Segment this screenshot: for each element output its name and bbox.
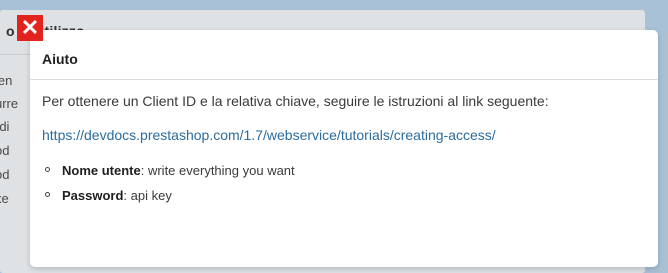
help-modal: Aiuto Per ottenere un Client ID e la rel…	[30, 30, 658, 267]
close-button[interactable]: ✕	[17, 15, 43, 41]
field-label: Nome utente	[62, 163, 141, 178]
list-item: Nome utente: write everything you want	[42, 158, 640, 183]
background-row: ien	[0, 73, 13, 88]
background-row: urre	[0, 96, 19, 111]
background-row: rdi	[0, 119, 10, 134]
bullet-icon	[45, 192, 50, 197]
screen: o di utilizzo ien urre rdi od od xe Aiut…	[0, 0, 668, 273]
background-row: xe	[0, 191, 9, 206]
modal-body: Per ottenere un Client ID e la relativa …	[42, 91, 640, 208]
field-separator: :	[123, 188, 131, 203]
close-icon: ✕	[20, 15, 40, 40]
background-row: od	[0, 143, 10, 158]
background-row: od	[0, 167, 10, 182]
credentials-list: Nome utente: write everything you want P…	[42, 158, 640, 208]
field-value: write everything you want	[147, 163, 295, 178]
field-value: api key	[130, 188, 172, 203]
list-item: Password: api key	[42, 183, 640, 208]
docs-link[interactable]: https://devdocs.prestashop.com/1.7/webse…	[42, 125, 640, 146]
field-separator: :	[140, 163, 148, 178]
bullet-icon	[45, 167, 50, 172]
modal-title: Aiuto	[42, 51, 78, 67]
help-instructions: Per ottenere un Client ID e la relativa …	[42, 93, 549, 109]
modal-header: Aiuto	[30, 30, 658, 80]
field-label: Password	[62, 188, 124, 203]
